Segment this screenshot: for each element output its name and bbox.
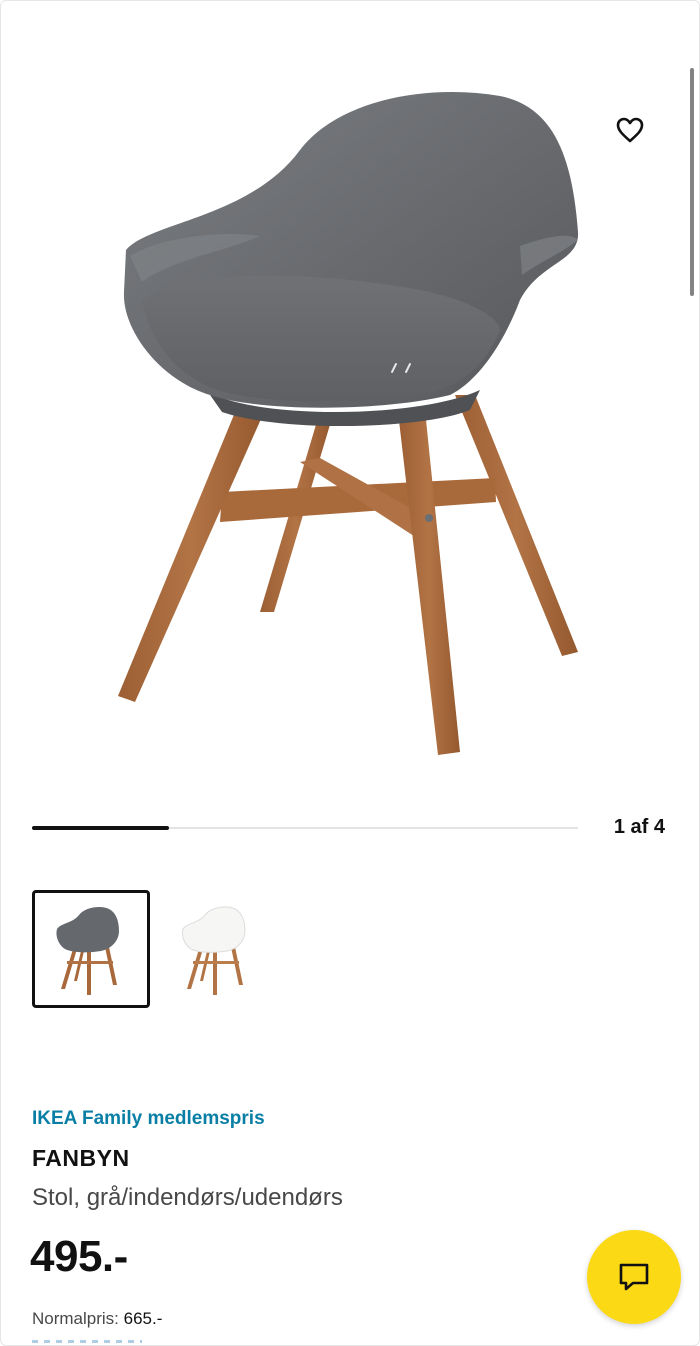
thumbnail-grey-chair[interactable] [32,890,150,1008]
favourite-button[interactable] [606,106,654,154]
thumbnail-white-chair[interactable] [158,890,276,1008]
product-hero-image[interactable] [0,0,700,790]
normal-price-label: Normalpris: [32,1309,119,1328]
normal-price-value: 665.- [123,1309,163,1328]
gallery-progress-track [32,826,578,830]
normal-price: Normalpris: 665.- [32,1309,162,1329]
chair-white-thumbnail [182,906,246,995]
chair-grey-illustration [118,91,579,755]
chat-button[interactable] [587,1230,681,1324]
gallery-progress-fill [32,826,169,830]
gallery-counter: 1 af 4 [613,816,665,838]
ikea-family-price-label[interactable]: IKEA Family medlemspris [32,1108,265,1130]
product-price: 495.- [30,1232,128,1281]
chair-grey-thumbnail [56,907,119,995]
heart-outline-icon [616,117,644,143]
chat-bubble-icon [619,1263,649,1291]
product-name: FANBYN [32,1145,130,1171]
cut-off-link [32,1340,142,1343]
product-description: Stol, grå/indendørs/udendørs [32,1184,343,1211]
